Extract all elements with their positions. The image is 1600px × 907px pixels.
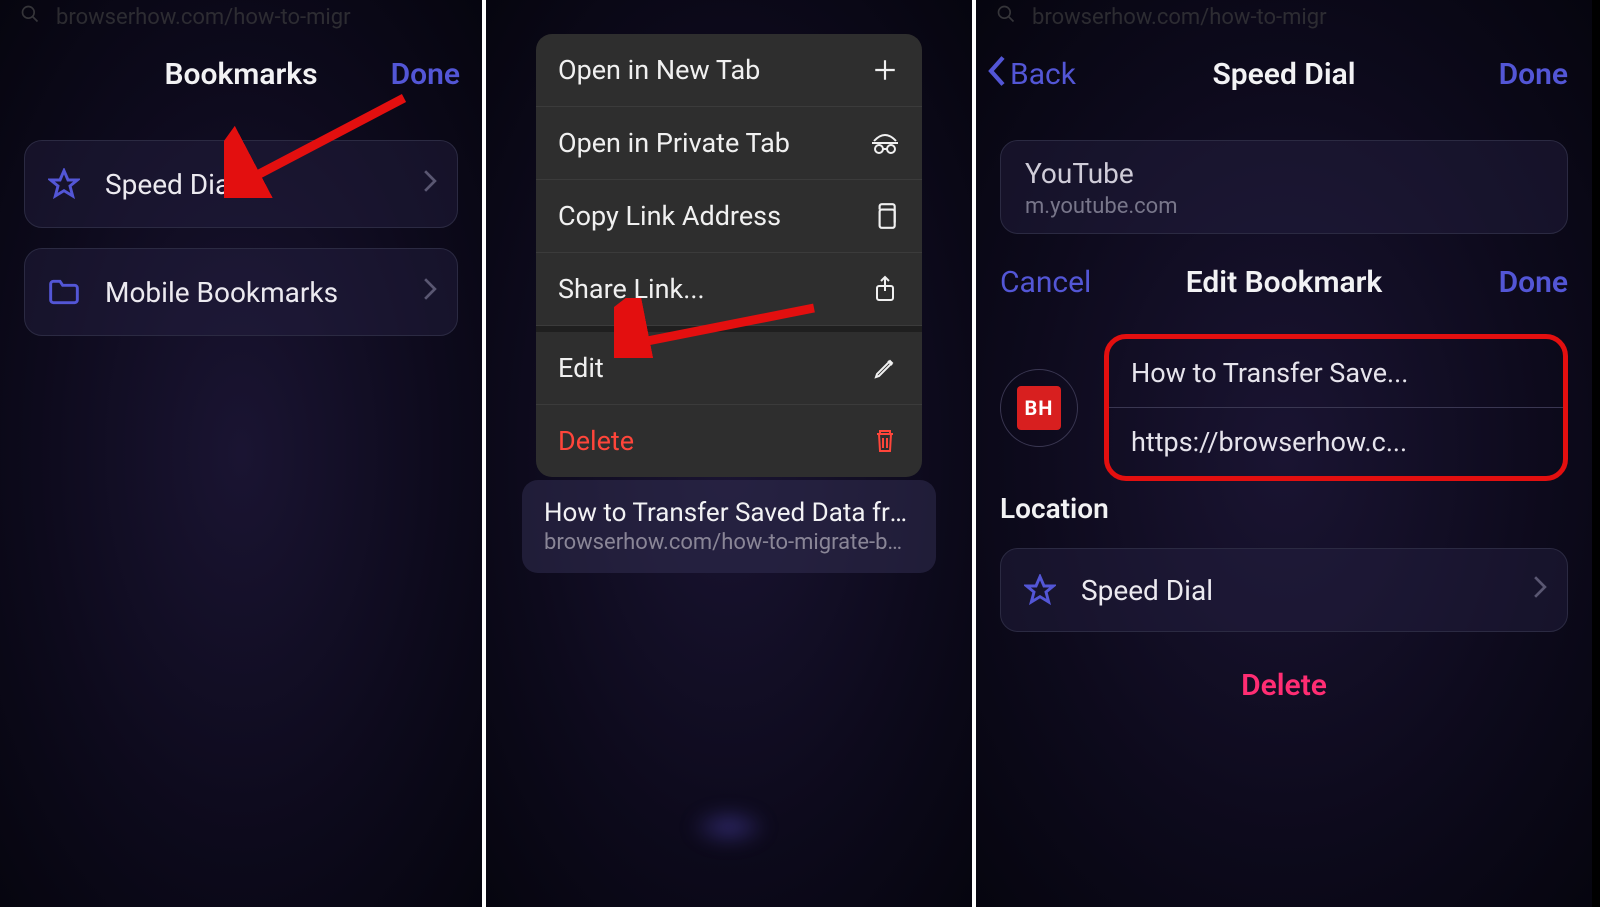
preview-subtitle: browserhow.com/how-to-migrate-bookmar... xyxy=(544,530,914,555)
incognito-icon xyxy=(870,128,900,158)
search-icon xyxy=(20,4,40,30)
edit-bookmark-fields: BH How to Transfer Save... https://brows… xyxy=(976,334,1592,481)
back-button[interactable]: Back xyxy=(988,53,1076,95)
page-title: Speed Dial xyxy=(1212,57,1355,92)
location-selector[interactable]: Speed Dial xyxy=(1000,548,1568,652)
folder-mobile-bookmarks[interactable]: Mobile Bookmarks xyxy=(24,248,458,336)
plus-icon xyxy=(870,55,900,85)
menu-copy-link[interactable]: Copy Link Address xyxy=(536,180,922,253)
bookmark-url-field[interactable]: https://browserhow.c... xyxy=(1109,408,1563,476)
star-icon xyxy=(45,165,83,203)
highlighted-fields: How to Transfer Save... https://browserh… xyxy=(1104,334,1568,481)
item-title: YouTube xyxy=(1025,157,1543,190)
chevron-left-icon xyxy=(988,53,1006,95)
menu-share-link[interactable]: Share Link... xyxy=(536,253,922,326)
done-button[interactable]: Done xyxy=(391,57,460,92)
sheet-title: Edit Bookmark xyxy=(1186,265,1383,300)
address-text: browserhow.com/how-to-migr xyxy=(56,5,462,30)
speed-dial-header: Back Speed Dial Done xyxy=(976,48,1592,100)
location-label: Location xyxy=(1000,492,1109,525)
bookmark-name-field[interactable]: How to Transfer Save... xyxy=(1109,339,1563,408)
menu-open-new-tab[interactable]: Open in New Tab xyxy=(536,34,922,107)
trash-icon xyxy=(870,426,900,456)
bookmarks-header: Bookmarks Done xyxy=(0,48,482,100)
preview-title: How to Transfer Saved Data fro... xyxy=(544,498,914,528)
folder-label: Mobile Bookmarks xyxy=(105,276,423,309)
done-button[interactable]: Done xyxy=(1499,265,1568,300)
item-subtitle: m.youtube.com xyxy=(1025,194,1543,219)
panel-edit-bookmark: browserhow.com/how-to-migr Back Speed Di… xyxy=(976,0,1592,907)
address-bar: browserhow.com/how-to-migr xyxy=(976,0,1592,34)
menu-label: Open in Private Tab xyxy=(558,127,790,159)
address-text: browserhow.com/how-to-migr xyxy=(1032,5,1572,30)
menu-label: Edit xyxy=(558,352,604,384)
folder-icon xyxy=(45,273,83,311)
chevron-right-icon xyxy=(423,277,437,307)
delete-button[interactable]: Delete xyxy=(976,668,1592,703)
bookmarks-folder-list: Speed Dial Mobile Bookmarks xyxy=(24,140,458,356)
done-button[interactable]: Done xyxy=(1499,57,1568,92)
menu-edit[interactable]: Edit xyxy=(536,332,922,405)
page-title: Bookmarks xyxy=(164,57,317,92)
menu-label: Copy Link Address xyxy=(558,200,781,232)
panel-context-menu: Open in New Tab Open in Private Tab Copy… xyxy=(486,0,976,907)
chevron-right-icon xyxy=(1533,575,1547,605)
copy-icon xyxy=(870,201,900,231)
cancel-button[interactable]: Cancel xyxy=(1000,265,1091,300)
back-label: Back xyxy=(1010,57,1076,92)
menu-label: Share Link... xyxy=(558,273,705,305)
menu-label: Delete xyxy=(558,425,634,457)
panel-bookmarks: browserhow.com/how-to-migr Bookmarks Don… xyxy=(0,0,486,907)
folder-speed-dial[interactable]: Speed Dial xyxy=(24,140,458,228)
menu-open-private-tab[interactable]: Open in Private Tab xyxy=(536,107,922,180)
context-menu: Open in New Tab Open in Private Tab Copy… xyxy=(536,34,922,477)
address-bar: browserhow.com/how-to-migr xyxy=(0,0,482,34)
edit-sheet-header: Cancel Edit Bookmark Done xyxy=(976,256,1592,308)
chevron-right-icon xyxy=(423,169,437,199)
bottom-glow xyxy=(689,807,769,847)
share-icon xyxy=(870,274,900,304)
menu-label: Open in New Tab xyxy=(558,54,760,86)
bookmark-favicon: BH xyxy=(1000,369,1078,447)
folder-label: Speed Dial xyxy=(105,168,423,201)
favicon-bh: BH xyxy=(1017,386,1061,430)
bookmark-item-youtube[interactable]: YouTube m.youtube.com xyxy=(1000,140,1568,234)
pencil-icon xyxy=(870,353,900,383)
bookmark-preview[interactable]: How to Transfer Saved Data fro... browse… xyxy=(522,480,936,573)
search-icon xyxy=(996,4,1016,30)
menu-delete[interactable]: Delete xyxy=(536,405,922,477)
location-value: Speed Dial xyxy=(1081,574,1533,607)
star-icon xyxy=(1021,571,1059,609)
